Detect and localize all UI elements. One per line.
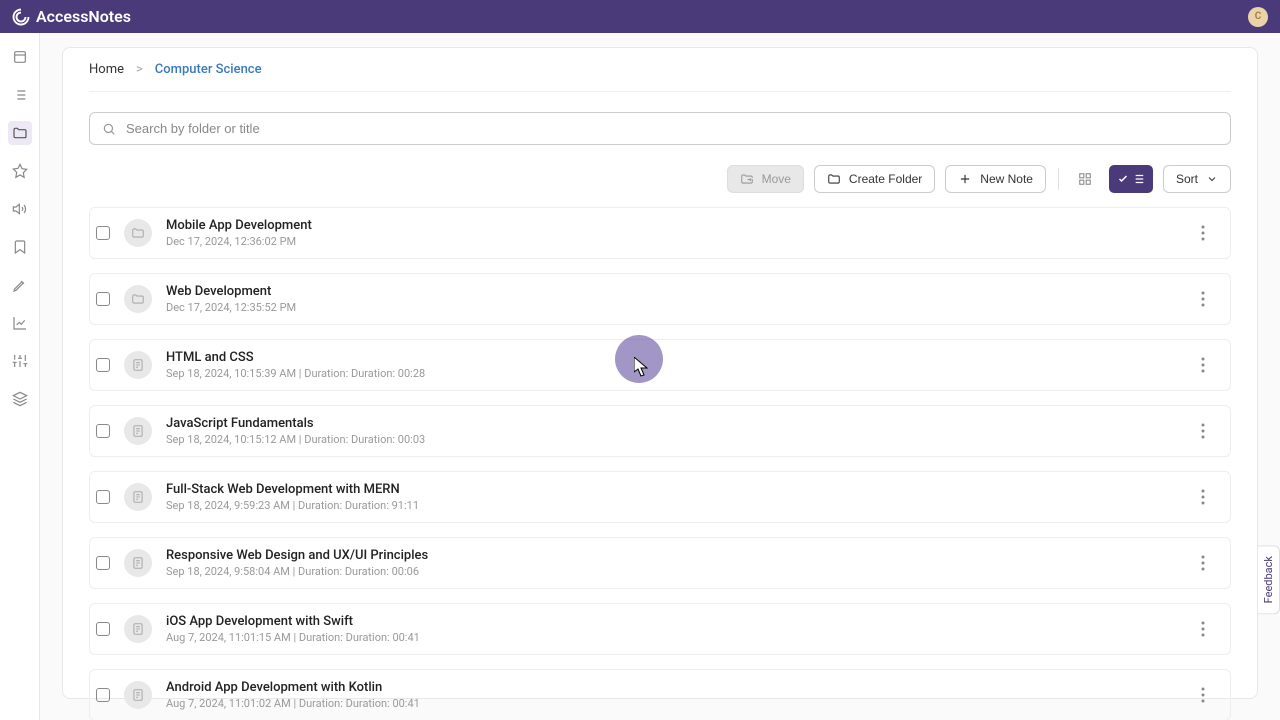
more-button[interactable] xyxy=(1190,481,1216,513)
note-icon xyxy=(124,549,152,577)
item-body: Responsive Web Design and UX/UI Principl… xyxy=(166,548,1176,578)
new-note-label: New Note xyxy=(980,172,1033,186)
list-item[interactable]: iOS App Development with Swift Aug 7, 202… xyxy=(89,603,1231,655)
checkbox[interactable] xyxy=(96,490,110,504)
checkbox[interactable] xyxy=(96,358,110,372)
sidebar-item-analytics[interactable] xyxy=(8,311,32,335)
checkbox[interactable] xyxy=(96,556,110,570)
move-icon xyxy=(740,172,754,186)
search-box[interactable] xyxy=(89,112,1231,145)
checkbox[interactable] xyxy=(96,424,110,438)
list-item[interactable]: Responsive Web Design and UX/UI Principl… xyxy=(89,537,1231,589)
item-title: iOS App Development with Swift xyxy=(166,614,1176,629)
more-button[interactable] xyxy=(1190,217,1216,249)
item-subtitle: Sep 18, 2024, 10:15:12 AM | Duration: Du… xyxy=(166,433,1176,446)
sidebar-item-star[interactable] xyxy=(8,159,32,183)
item-body: Mobile App Development Dec 17, 2024, 12:3… xyxy=(166,218,1176,248)
list-item[interactable]: Android App Development with Kotlin Aug 7… xyxy=(89,669,1231,720)
checkbox[interactable] xyxy=(96,292,110,306)
sidebar-item-folders[interactable] xyxy=(8,121,32,145)
item-title: Responsive Web Design and UX/UI Principl… xyxy=(166,548,1176,563)
toolbar: Move Create Folder New Note Sort xyxy=(89,165,1231,193)
item-title: Full-Stack Web Development with MERN xyxy=(166,482,1176,497)
item-list: Mobile App Development Dec 17, 2024, 12:3… xyxy=(89,207,1231,720)
sidebar-item-sliders[interactable] xyxy=(8,349,32,373)
list-item[interactable]: Full-Stack Web Development with MERN Sep … xyxy=(89,471,1231,523)
move-button: Move xyxy=(727,165,804,193)
list-item[interactable]: Mobile App Development Dec 17, 2024, 12:3… xyxy=(89,207,1231,259)
more-button[interactable] xyxy=(1190,349,1216,381)
list-item[interactable]: HTML and CSS Sep 18, 2024, 10:15:39 AM | … xyxy=(89,339,1231,391)
item-title: Web Development xyxy=(166,284,1176,299)
toolbar-sep xyxy=(1058,168,1059,190)
app-name: AccessNotes xyxy=(36,7,131,26)
note-icon xyxy=(124,417,152,445)
note-icon xyxy=(124,615,152,643)
sidebar-item-bookmark[interactable] xyxy=(8,235,32,259)
list-view-button[interactable] xyxy=(1109,165,1153,193)
item-title: HTML and CSS xyxy=(166,350,1176,365)
logo[interactable]: AccessNotes xyxy=(12,7,131,26)
sidebar-item-layers[interactable] xyxy=(8,387,32,411)
checkbox[interactable] xyxy=(96,622,110,636)
item-subtitle: Aug 7, 2024, 11:01:02 AM | Duration: Dur… xyxy=(166,697,1176,710)
breadcrumb-home[interactable]: Home xyxy=(89,62,124,77)
item-subtitle: Sep 18, 2024, 10:15:39 AM | Duration: Du… xyxy=(166,367,1176,380)
breadcrumb-current[interactable]: Computer Science xyxy=(155,62,262,77)
new-note-button[interactable]: New Note xyxy=(945,165,1046,193)
folder-icon xyxy=(124,285,152,313)
move-label: Move xyxy=(762,172,791,186)
grid-view-button[interactable] xyxy=(1071,165,1099,193)
item-title: Android App Development with Kotlin xyxy=(166,680,1176,695)
sort-label: Sort xyxy=(1176,172,1198,186)
list-item[interactable]: JavaScript Fundamentals Sep 18, 2024, 10:… xyxy=(89,405,1231,457)
feedback-tab[interactable]: Feedback xyxy=(1258,545,1280,614)
sort-button[interactable]: Sort xyxy=(1163,165,1231,193)
chevron-down-icon xyxy=(1206,173,1218,185)
create-folder-label: Create Folder xyxy=(849,172,922,186)
note-icon xyxy=(124,351,152,379)
item-body: iOS App Development with Swift Aug 7, 202… xyxy=(166,614,1176,644)
item-subtitle: Dec 17, 2024, 12:35:52 PM xyxy=(166,301,1176,314)
item-body: Full-Stack Web Development with MERN Sep … xyxy=(166,482,1176,512)
item-subtitle: Sep 18, 2024, 9:58:04 AM | Duration: Dur… xyxy=(166,565,1176,578)
item-subtitle: Aug 7, 2024, 11:01:15 AM | Duration: Dur… xyxy=(166,631,1176,644)
sidebar-item-list[interactable] xyxy=(8,83,32,107)
main-panel: Home > Computer Science Move Create Fold… xyxy=(62,47,1258,699)
breadcrumb-sep: > xyxy=(136,62,143,77)
sidebar-item-audio[interactable] xyxy=(8,197,32,221)
item-body: HTML and CSS Sep 18, 2024, 10:15:39 AM | … xyxy=(166,350,1176,380)
item-subtitle: Dec 17, 2024, 12:36:02 PM xyxy=(166,235,1176,248)
item-body: JavaScript Fundamentals Sep 18, 2024, 10:… xyxy=(166,416,1176,446)
logo-icon xyxy=(12,8,30,26)
item-subtitle: Sep 18, 2024, 9:59:23 AM | Duration: Dur… xyxy=(166,499,1176,512)
folder-plus-icon xyxy=(827,172,841,186)
more-button[interactable] xyxy=(1190,613,1216,645)
item-body: Web Development Dec 17, 2024, 12:35:52 PM xyxy=(166,284,1176,314)
sidebar-item-edit[interactable] xyxy=(8,273,32,297)
item-title: Mobile App Development xyxy=(166,218,1176,233)
create-folder-button[interactable]: Create Folder xyxy=(814,165,935,193)
breadcrumb: Home > Computer Science xyxy=(89,62,1231,92)
more-button[interactable] xyxy=(1190,283,1216,315)
item-title: JavaScript Fundamentals xyxy=(166,416,1176,431)
more-button[interactable] xyxy=(1190,547,1216,579)
avatar[interactable]: C xyxy=(1248,7,1268,27)
app-header: AccessNotes C xyxy=(0,0,1280,33)
sidebar xyxy=(0,33,40,720)
note-icon xyxy=(124,483,152,511)
checkbox[interactable] xyxy=(96,688,110,702)
search-input[interactable] xyxy=(126,121,1218,136)
note-icon xyxy=(124,681,152,709)
list-item[interactable]: Web Development Dec 17, 2024, 12:35:52 PM xyxy=(89,273,1231,325)
checkbox[interactable] xyxy=(96,226,110,240)
search-icon xyxy=(102,122,116,136)
sidebar-item-home[interactable] xyxy=(8,45,32,69)
item-body: Android App Development with Kotlin Aug 7… xyxy=(166,680,1176,710)
plus-icon xyxy=(958,172,972,186)
more-button[interactable] xyxy=(1190,679,1216,711)
more-button[interactable] xyxy=(1190,415,1216,447)
folder-icon xyxy=(124,219,152,247)
